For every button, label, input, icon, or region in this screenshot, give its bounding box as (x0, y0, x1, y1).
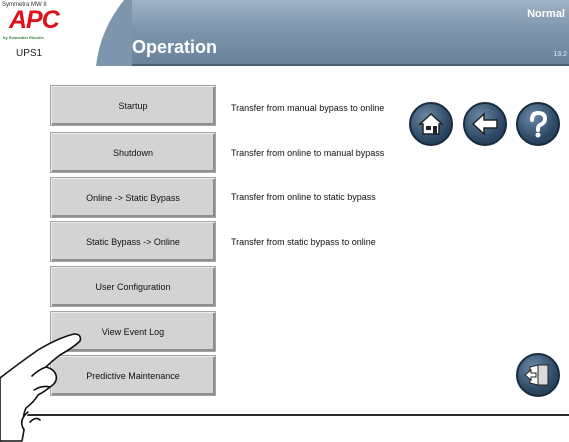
user-configuration-button[interactable]: User Configuration (50, 266, 216, 307)
shutdown-button[interactable]: Shutdown (50, 132, 216, 173)
static-bypass-to-online-button[interactable]: Static Bypass -> Online (50, 221, 216, 262)
back-arrow-icon (471, 112, 498, 136)
exit-button[interactable] (516, 353, 560, 397)
brand-subtitle: by Schneider Electric (3, 35, 44, 40)
clock-text: 13:2 (553, 51, 567, 58)
static-bypass-to-online-description: Transfer from static bypass to online (231, 237, 376, 247)
ups-name: UPS1 (16, 48, 43, 59)
header-bar: Symmetra MW II APC by Schneider Electric… (0, 0, 569, 66)
apc-logo: APC (9, 6, 60, 34)
home-icon (418, 112, 444, 135)
page-title: Operation (132, 37, 218, 57)
pointing-hand-icon (0, 333, 82, 442)
online-to-static-bypass-description: Transfer from online to static bypass (231, 192, 376, 202)
logo-panel: Symmetra MW II APC by Schneider Electric… (0, 0, 132, 66)
status-text: Normal (527, 8, 565, 20)
help-question-icon (530, 110, 548, 138)
help-button[interactable] (516, 102, 560, 146)
exit-door-icon (524, 364, 549, 386)
startup-button[interactable]: Startup (50, 85, 216, 126)
back-button[interactable] (463, 102, 507, 146)
startup-description: Transfer from manual bypass to online (231, 103, 385, 113)
home-button[interactable] (409, 102, 453, 146)
online-to-static-bypass-button[interactable]: Online -> Static Bypass (50, 177, 216, 218)
shutdown-description: Transfer from online to manual bypass (231, 148, 385, 158)
